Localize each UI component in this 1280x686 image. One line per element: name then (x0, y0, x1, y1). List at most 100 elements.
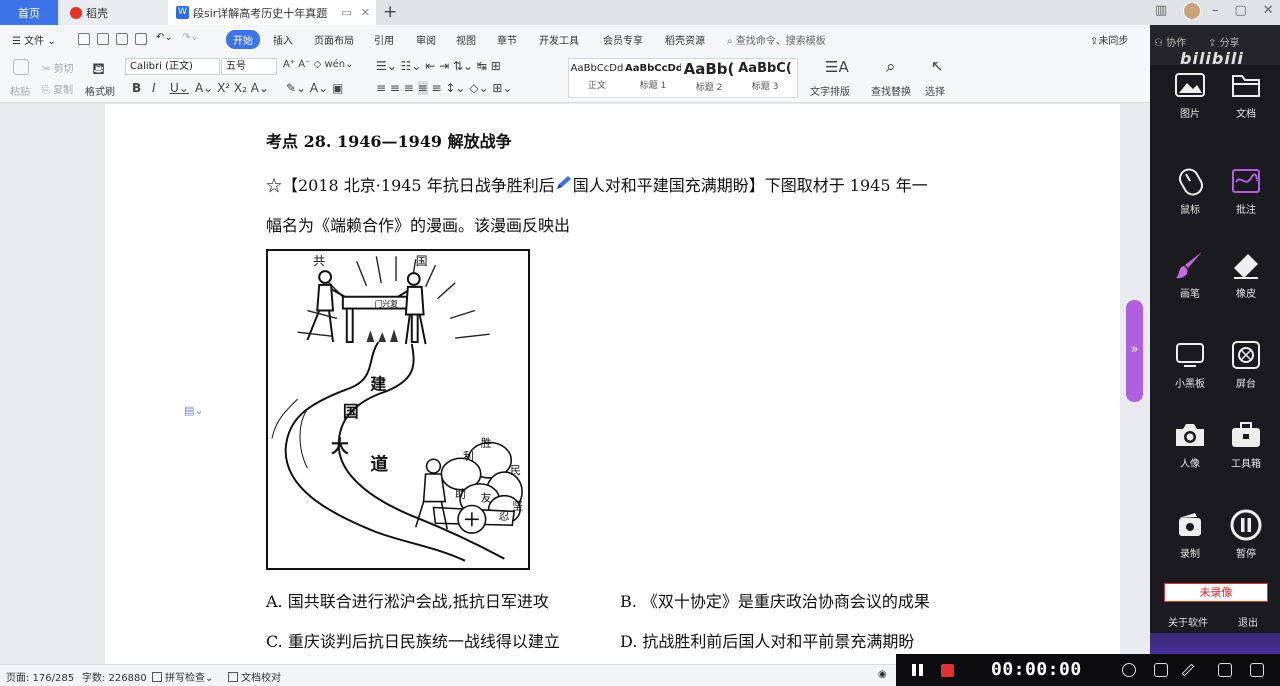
eraser-tool[interactable]: 橡皮 (1218, 249, 1274, 300)
eye-protection-icon[interactable]: ◉ (878, 669, 887, 680)
pause-recording-icon[interactable] (912, 664, 924, 676)
tab-home[interactable]: 首页 (0, 0, 58, 25)
format-painter-label[interactable]: 格式刷 (85, 83, 115, 98)
paste-icon[interactable] (13, 59, 29, 75)
shutter-icon (1230, 339, 1262, 371)
exit-link[interactable]: 退出 (1238, 614, 1258, 629)
style-heading-1[interactable]: AaBbCcDd 标题 1 (625, 59, 681, 99)
tab-view[interactable]: 视图 (456, 32, 476, 47)
page-count[interactable]: 页面: 176/285 (6, 669, 74, 684)
undo-icon[interactable]: ↶⌄ (156, 32, 173, 43)
avatar[interactable] (1183, 2, 1201, 20)
screenshot-icon[interactable] (1122, 663, 1136, 677)
collab-button[interactable]: ⚇ 协作 (1154, 34, 1186, 49)
eraser-tool-label: 橡皮 (1236, 289, 1256, 300)
restore-icon[interactable]: ▢ (1235, 3, 1247, 18)
style-heading-2[interactable]: AaBb( 标题 2 (681, 59, 737, 99)
proofread-icon (228, 672, 238, 682)
style-heading-3[interactable]: AaBbC( 标题 3 (737, 59, 793, 99)
layout-icon[interactable]: ▥ (1155, 3, 1167, 18)
style-normal[interactable]: AaBbCcDd 正文 (569, 59, 625, 99)
command-search[interactable]: ⌕ 查找命令、搜索模板 (727, 32, 826, 47)
portrait-tool[interactable]: 人像 (1162, 419, 1218, 470)
camera-toggle-icon[interactable] (1154, 663, 1168, 677)
file-menu[interactable]: ☰ 文件 ⌄ (12, 32, 56, 47)
toolbox-tool[interactable]: 工具箱 (1218, 419, 1274, 470)
text-layout-button[interactable]: 文字排版 (810, 83, 850, 98)
tab-document[interactable]: W 段sir详解高考历史十年真题 ▭ ✕ (168, 0, 376, 25)
save-icon[interactable] (78, 33, 90, 45)
grow-font-icon[interactable]: A⁺ A⁻ ◇ wén⌄ (283, 59, 354, 70)
image-tool[interactable]: 图片 (1162, 69, 1218, 120)
tab-chapter[interactable]: 章节 (497, 32, 517, 47)
print-preview-icon[interactable] (135, 33, 147, 45)
copy-button[interactable]: ⎘ 复制 (42, 81, 73, 96)
doc-proofread-button[interactable]: 文档校对 (228, 669, 281, 684)
export-pdf-icon[interactable] (97, 33, 109, 45)
text-layout-icon[interactable]: ☰A (825, 58, 849, 76)
stop-recording-icon[interactable] (941, 664, 954, 677)
tab-start[interactable]: 开始 (226, 30, 260, 49)
mouse-tool[interactable]: 鼠标 (1162, 165, 1218, 216)
cart-label-min: 民 (510, 464, 521, 477)
highlight-icon[interactable]: ✎⌄ A⌄ ▣ (286, 81, 343, 95)
pen-toggle-icon[interactable] (1181, 663, 1195, 677)
share-button[interactable]: ⇪ 分享 (1208, 34, 1240, 49)
underline-icon[interactable]: U⌄ (170, 81, 189, 95)
window-toggle-icon[interactable] (1218, 663, 1232, 677)
spell-check-icon (152, 672, 162, 682)
tab-reference[interactable]: 引用 (374, 32, 394, 47)
word-count[interactable]: 字数: 226880 (82, 669, 147, 684)
find-replace-button[interactable]: 查找替换 (871, 83, 911, 98)
tab-daoke[interactable]: 稻壳 (60, 0, 168, 25)
spell-check-toggle[interactable]: 拼写检查⌄ (152, 669, 213, 684)
document-tool[interactable]: 文档 (1218, 69, 1274, 120)
align-left-icon[interactable]: ≡ ≡ ≡ ≡ ≡ ↕⌄ ◇⌄ ⊞⌄ (376, 81, 513, 95)
recording-timer: 00:00:00 (991, 659, 1082, 680)
print-icon[interactable] (116, 33, 128, 45)
annotate-tool[interactable]: 批注 (1218, 165, 1274, 216)
comment-marker-icon[interactable]: ▤⌄ (184, 404, 204, 417)
font-name-select[interactable]: Calibri (正文) (125, 58, 220, 75)
redo-icon[interactable]: ↷⌄ (182, 32, 199, 43)
format-painter-icon[interactable]: ⛾ (92, 59, 105, 80)
select-button[interactable]: 选择 (925, 83, 945, 98)
sync-status[interactable]: ⇪未同步 (1090, 32, 1128, 47)
tab-page-layout[interactable]: 页面布局 (314, 32, 354, 47)
about-software-link[interactable]: 关于软件 (1168, 614, 1208, 629)
add-tab-button[interactable]: + (383, 0, 397, 25)
panel-toggle-tab[interactable]: » (1126, 300, 1143, 402)
search-icon: ⌕ (727, 36, 733, 47)
share-label: 分享 (1219, 38, 1240, 49)
tab-devtools[interactable]: 开发工具 (539, 32, 579, 47)
cursor-select-icon[interactable]: ↖ (931, 57, 944, 75)
record-tool[interactable]: 录制 (1162, 509, 1218, 560)
minimize-icon[interactable]: – (1212, 3, 1219, 18)
blackboard-tool[interactable]: 小黑板 (1162, 339, 1218, 390)
close-tab-icon[interactable]: ✕ (361, 6, 370, 19)
cart-label-li: 利 (463, 450, 474, 463)
bold-icon[interactable]: B (132, 81, 141, 95)
fullscreen-toggle-icon[interactable] (1250, 663, 1264, 677)
float-window-icon[interactable]: ▭ (341, 6, 351, 19)
cut-button[interactable]: ✂ 剪切 (42, 60, 74, 75)
style-heading-3-sample: AaBbC( (738, 61, 792, 76)
tab-daoke-resources[interactable]: 稻壳资源 (665, 32, 705, 47)
shutter-tool[interactable]: 屏台 (1218, 339, 1274, 390)
strikethrough-icon[interactable]: A⌄ X² X₂ A⌄ (195, 81, 269, 95)
tab-insert[interactable]: 插入 (273, 32, 293, 47)
italic-icon[interactable]: I (152, 81, 156, 95)
tab-member[interactable]: 会员专享 (603, 32, 643, 47)
tab-review[interactable]: 审阅 (416, 32, 436, 47)
brush-tool[interactable]: 画笔 (1162, 249, 1218, 300)
doc-proofread-label: 文档校对 (241, 673, 281, 684)
pause-tool[interactable]: 暂停 (1218, 509, 1274, 560)
bullet-list-icon[interactable]: ☰⌄ ☷⌄ ⇤ ⇥ ⇅⌄ ↹ ⊞ (376, 59, 501, 73)
close-window-icon[interactable]: ✕ (1263, 3, 1274, 18)
spell-check-label: 拼写检查 (165, 673, 205, 684)
find-replace-icon[interactable]: ⌕ (886, 57, 896, 77)
font-size-select[interactable]: 五号 (221, 58, 277, 75)
toolbox-tool-label: 工具箱 (1231, 459, 1261, 470)
eraser-icon (1230, 249, 1262, 281)
cart-label-you: 友 (481, 491, 492, 505)
